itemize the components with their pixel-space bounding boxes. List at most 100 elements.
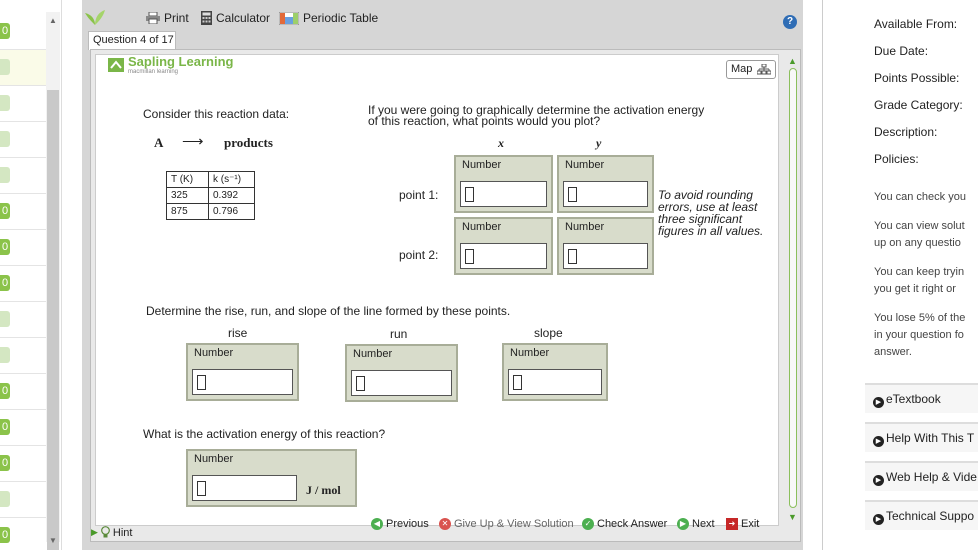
text-cursor [197,375,206,390]
question-panel: Print Calculator Periodic Table ? Questi… [82,0,803,550]
question-list-panel: 0 0 0 0 0 0 0 0 ▲ ▼ [0,0,62,550]
score-badge: 0 [0,455,10,471]
number-label: Number [565,221,605,233]
point1-x-input[interactable] [460,181,547,207]
toolbar: Print Calculator Periodic Table ? [82,5,803,31]
app-window: 0 0 0 0 0 0 0 0 ▲ ▼ Print Calculator Per… [0,0,978,550]
rise-input[interactable] [192,369,293,395]
slope-prompt: Determine the rise, run, and slope of th… [146,304,511,318]
next-label: Next [692,518,715,530]
policy-text: in your question fo [874,329,964,341]
text-cursor [568,249,577,264]
assignment-info-panel: Available From: Due Date: Points Possibl… [822,0,978,550]
sapling-logo-icon [108,58,124,72]
policy-text: you get it right or [874,283,956,295]
description-label: Description: [874,125,938,139]
list-item[interactable]: 0 [0,194,46,230]
scroll-up-arrow-icon[interactable]: ▲ [788,56,797,66]
point1-x-box: Number [454,155,553,213]
scroll-up-arrow-icon[interactable]: ▲ [49,16,57,25]
check-answer-button[interactable]: ✓ Check Answer [582,518,667,530]
score-badge [0,167,10,183]
list-item[interactable] [0,302,46,338]
point2-label: point 2: [399,248,439,262]
periodic-table-button[interactable]: Periodic Table [279,11,378,25]
policy-text: answer. [874,346,912,358]
slope-input[interactable] [508,369,602,395]
number-label: Number [462,159,502,171]
energy-unit: J / mol [306,483,341,497]
exit-label: Exit [741,518,760,530]
next-arrow-icon: ▶ [677,518,689,530]
previous-button[interactable]: ◀ Previous [371,518,429,530]
point2-x-box: Number [454,217,553,275]
list-item[interactable]: 0 [0,230,46,266]
exit-button[interactable]: ➜ Exit [726,518,759,530]
previous-label: Previous [386,518,429,530]
score-badge: 0 [0,275,10,291]
score-badge [0,311,10,327]
sitemap-icon [757,64,771,75]
list-item[interactable] [0,158,46,194]
list-item[interactable] [0,50,46,86]
run-box: Number [345,344,458,402]
list-item[interactable]: 0 [0,374,46,410]
content-scrollbar[interactable]: ▲ ▼ [788,56,798,522]
list-item[interactable]: 0 [0,410,46,446]
list-item[interactable] [0,482,46,518]
logo-title: Sapling Learning [128,54,234,69]
printer-icon [146,12,160,24]
intro-text: Consider this reaction data: [143,107,290,121]
sapling-leaf-icon [84,8,106,26]
sapling-logo: Sapling Learning macmillan learning [106,54,256,79]
energy-input[interactable] [192,475,297,501]
help-with-this-topic-link[interactable]: ▶ Help With This T [865,422,978,452]
previous-arrow-icon: ◀ [371,518,383,530]
table-row: 325 0.392 [166,187,255,204]
point2-y-input[interactable] [563,243,648,269]
score-badge: 0 [0,239,10,255]
list-item[interactable] [0,86,46,122]
list-scrollbar[interactable]: ▲ ▼ [46,12,60,550]
list-item[interactable] [0,122,46,158]
list-item[interactable]: 0 [0,266,46,302]
play-bullet-icon: ▶ [873,397,884,408]
technical-support-link[interactable]: ▶ Technical Suppo [865,500,978,530]
etextbook-link[interactable]: ▶ eTextbook [865,383,978,413]
print-button[interactable]: Print [146,11,189,25]
scroll-down-arrow-icon[interactable]: ▼ [788,512,797,522]
map-label: Map [731,63,753,75]
help-icon[interactable]: ? [783,15,797,29]
list-item[interactable]: 0 [0,14,46,50]
rounding-note-line: figures in all values. [658,224,764,238]
list-item[interactable] [0,338,46,374]
check-answer-label: Check Answer [597,518,668,530]
points-possible-label: Points Possible: [874,71,960,85]
question-body: Sapling Learning macmillan learning Map … [95,54,779,526]
number-label: Number [510,347,550,359]
text-cursor [568,187,577,202]
give-up-button[interactable]: ✕ Give Up & View Solution [439,518,574,530]
run-input[interactable] [351,370,452,396]
next-button[interactable]: ▶ Next [677,518,715,530]
list-item[interactable]: 0 [0,446,46,482]
play-bullet-icon: ▶ [873,436,884,447]
map-button[interactable]: Map [726,60,776,79]
column-y-label: y [596,136,602,150]
point1-y-input[interactable] [563,181,648,207]
link-label: Web Help & Vide [886,470,977,484]
question-footer: ▶ Hint ◀ Previous ✕ Give Up & View Solut… [91,518,802,542]
list-item[interactable]: 0 [0,518,46,550]
scroll-down-arrow-icon[interactable]: ▼ [49,536,57,545]
link-label: Technical Suppo [886,509,975,523]
periodic-table-icon [279,11,299,25]
web-help-videos-link[interactable]: ▶ Web Help & Vide [865,461,978,491]
hint-button[interactable]: ▶ Hint [91,526,132,539]
question-counter: Question 4 of 17 [88,31,176,50]
point2-x-input[interactable] [460,243,547,269]
scrollbar-track[interactable] [789,68,797,508]
periodic-table-label: Periodic Table [303,11,379,25]
calculator-button[interactable]: Calculator [201,11,270,25]
scrollbar-thumb[interactable] [47,90,59,550]
reactant: A [154,135,164,150]
